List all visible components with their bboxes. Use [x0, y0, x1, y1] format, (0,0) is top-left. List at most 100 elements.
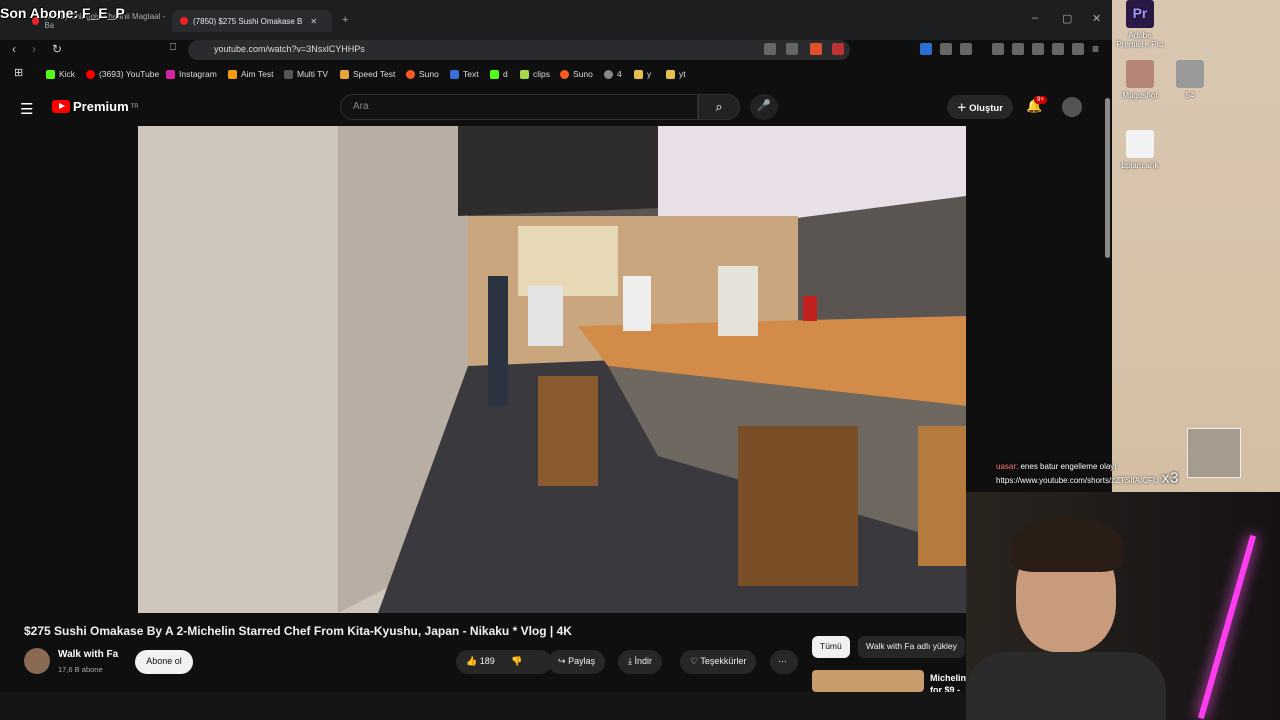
bookmark-label: Suno: [573, 69, 593, 79]
puzzle-icon[interactable]: [940, 43, 952, 55]
chip-uploader[interactable]: Walk with Fa adlı yükley: [858, 636, 965, 658]
search-button[interactable]: ⌕: [698, 94, 740, 120]
thanks-button[interactable]: ♡ Teşekkürler: [680, 650, 757, 674]
neon-light: [1197, 534, 1257, 720]
maximize-icon[interactable]: ▢: [1062, 12, 1072, 25]
media-icon[interactable]: [992, 43, 1004, 55]
minimize-icon[interactable]: –: [1032, 12, 1038, 24]
close-window-icon[interactable]: ✕: [1092, 12, 1101, 25]
forward-icon[interactable]: ›: [32, 42, 36, 56]
bookmark-youtube[interactable]: (3693) YouTube: [86, 69, 159, 79]
premiere-pro-icon: Pr: [1126, 0, 1154, 28]
create-label: Oluştur: [969, 103, 1003, 114]
menu-icon[interactable]: ≡: [1092, 42, 1099, 56]
bookmark-4[interactable]: 4: [604, 69, 622, 79]
bookmark-label: clips: [533, 69, 551, 79]
mic-icon[interactable]: 🎤: [750, 94, 778, 120]
bookmark-text[interactable]: Text: [450, 69, 479, 79]
bookmark-d[interactable]: d: [490, 69, 508, 79]
bookmark-clips[interactable]: clips: [520, 69, 550, 79]
thumbs-down-icon: 👎: [511, 656, 523, 666]
desktop-icon-label: bplam.ahk: [1121, 161, 1159, 170]
create-button[interactable]: ＋ Oluştur: [947, 95, 1013, 119]
bookmarks-bar: ⊞ Kick (3693) YouTube Instagram Aim Test…: [0, 64, 1112, 84]
url-text: youtube.com/watch?v=3NsxlCYHHPs: [214, 44, 365, 54]
like-button[interactable]: 👍 189: [466, 656, 495, 666]
bookmark-instagram[interactable]: Instagram: [166, 69, 217, 79]
chat-counter: x3: [1160, 470, 1179, 487]
subscribe-button[interactable]: Abone ol: [135, 650, 193, 674]
youtube-logo[interactable]: Premium TR: [52, 99, 139, 114]
scrollbar-thumb[interactable]: [1105, 98, 1110, 258]
bookmark-label: Speed Test: [353, 69, 396, 79]
vpn-icon[interactable]: [1072, 43, 1084, 55]
video-player[interactable]: [138, 126, 966, 613]
youtube-play-icon: [52, 100, 70, 113]
subscriber-count: 17,6 B abone: [58, 665, 103, 674]
screen-bottom-strip: [0, 692, 1112, 720]
bookmark-suno[interactable]: Suno: [406, 69, 439, 79]
bookmark-label: 4: [617, 69, 622, 79]
share-icon[interactable]: [786, 43, 798, 55]
bookmark-multi-tv[interactable]: Multi TV: [284, 69, 328, 79]
chat-message: enes batur engelleme olayı: [1020, 462, 1117, 471]
desktop-icon-mugoshot[interactable]: Mugoshot: [1115, 60, 1165, 100]
apps-icon[interactable]: ⊞: [14, 66, 23, 79]
bookmark-label: yt: [679, 69, 686, 79]
hamburger-menu-icon[interactable]: ☰: [20, 100, 33, 118]
file-icon: [1126, 130, 1154, 158]
recommended-thumbnail[interactable]: [812, 670, 924, 692]
bookmark-folder-y[interactable]: y: [634, 69, 651, 79]
wallet-icon[interactable]: [960, 43, 972, 55]
channel-avatar[interactable]: [24, 648, 50, 674]
like-count: 189: [479, 656, 495, 666]
bookmark-aim-test[interactable]: Aim Test: [228, 69, 273, 79]
bookmark-icon[interactable]: ⎕: [170, 42, 176, 53]
extension-icon[interactable]: [920, 43, 932, 55]
download-icon: ⤓: [628, 656, 632, 666]
reload-icon[interactable]: ↻: [52, 42, 62, 56]
brave-shield-icon[interactable]: [810, 43, 822, 55]
bookmark-speed-test[interactable]: Speed Test: [340, 69, 395, 79]
mugoshot-icon: [1126, 60, 1154, 88]
more-actions-button[interactable]: ⋯: [770, 650, 798, 674]
channel-name[interactable]: Walk with Fa: [58, 649, 118, 660]
close-tab-icon[interactable]: ✕: [310, 17, 317, 26]
webcam-hair: [1011, 517, 1123, 572]
desktop-icon-54[interactable]: 54: [1165, 60, 1215, 100]
bookmark-suno-2[interactable]: Suno: [560, 69, 593, 79]
tab-label: (7850) $275 Sushi Omakase B: [193, 16, 303, 26]
tabs-icon[interactable]: [1032, 43, 1044, 55]
share-button[interactable]: ↪ Paylaş: [548, 650, 606, 674]
bookmark-label: Kick: [59, 69, 76, 79]
thumbs-up-icon: 👍: [466, 656, 478, 666]
stream-chat-overlay: uasar: enes batur engelleme olayı https:…: [996, 461, 1179, 487]
bookmark-folder-yt[interactable]: yt: [666, 69, 686, 79]
download-button[interactable]: ⤓ İndir: [618, 650, 663, 674]
back-icon[interactable]: ‹: [12, 42, 16, 56]
sidebar-icon[interactable]: [1012, 43, 1024, 55]
ai-icon[interactable]: [1052, 43, 1064, 55]
desktop-icon-label: 54: [1185, 91, 1195, 100]
dislike-button[interactable]: 👎: [511, 656, 522, 666]
notification-badge: 9+: [1034, 96, 1047, 104]
address-bar[interactable]: youtube.com/watch?v=3NsxlCYHHPs: [188, 40, 850, 60]
search-icon: ⌕: [715, 99, 723, 114]
youtube-header: ☰ Premium TR Ara ⌕ 🎤 ＋ Oluştur 🔔 9+: [0, 88, 1104, 126]
last-subscriber-overlay: Son Abone: F_E_P: [0, 5, 125, 21]
webcam-overlay: [966, 492, 1280, 720]
search-input[interactable]: Ara: [340, 94, 698, 120]
desktop-icon-label: Adobe Premiere Pro: [1116, 31, 1164, 49]
video-title: $275 Sushi Omakase By A 2-Michelin Starr…: [24, 624, 572, 638]
chip-all[interactable]: Tümü: [812, 636, 850, 658]
bookmark-label: Instagram: [179, 69, 217, 79]
desktop-icon-ahk[interactable]: bplam.ahk: [1115, 130, 1165, 170]
screen-icon[interactable]: [764, 43, 776, 55]
account-avatar[interactable]: [1062, 97, 1082, 117]
tab-sushi[interactable]: (7850) $275 Sushi Omakase B ✕: [172, 10, 332, 32]
desktop-icon-premiere[interactable]: Pr Adobe Premiere Pro: [1115, 0, 1165, 49]
bookmark-kick[interactable]: Kick: [46, 69, 75, 79]
rewards-icon[interactable]: [832, 43, 844, 55]
new-tab-icon[interactable]: +: [342, 14, 348, 26]
bookmark-label: (3693) YouTube: [99, 69, 160, 79]
